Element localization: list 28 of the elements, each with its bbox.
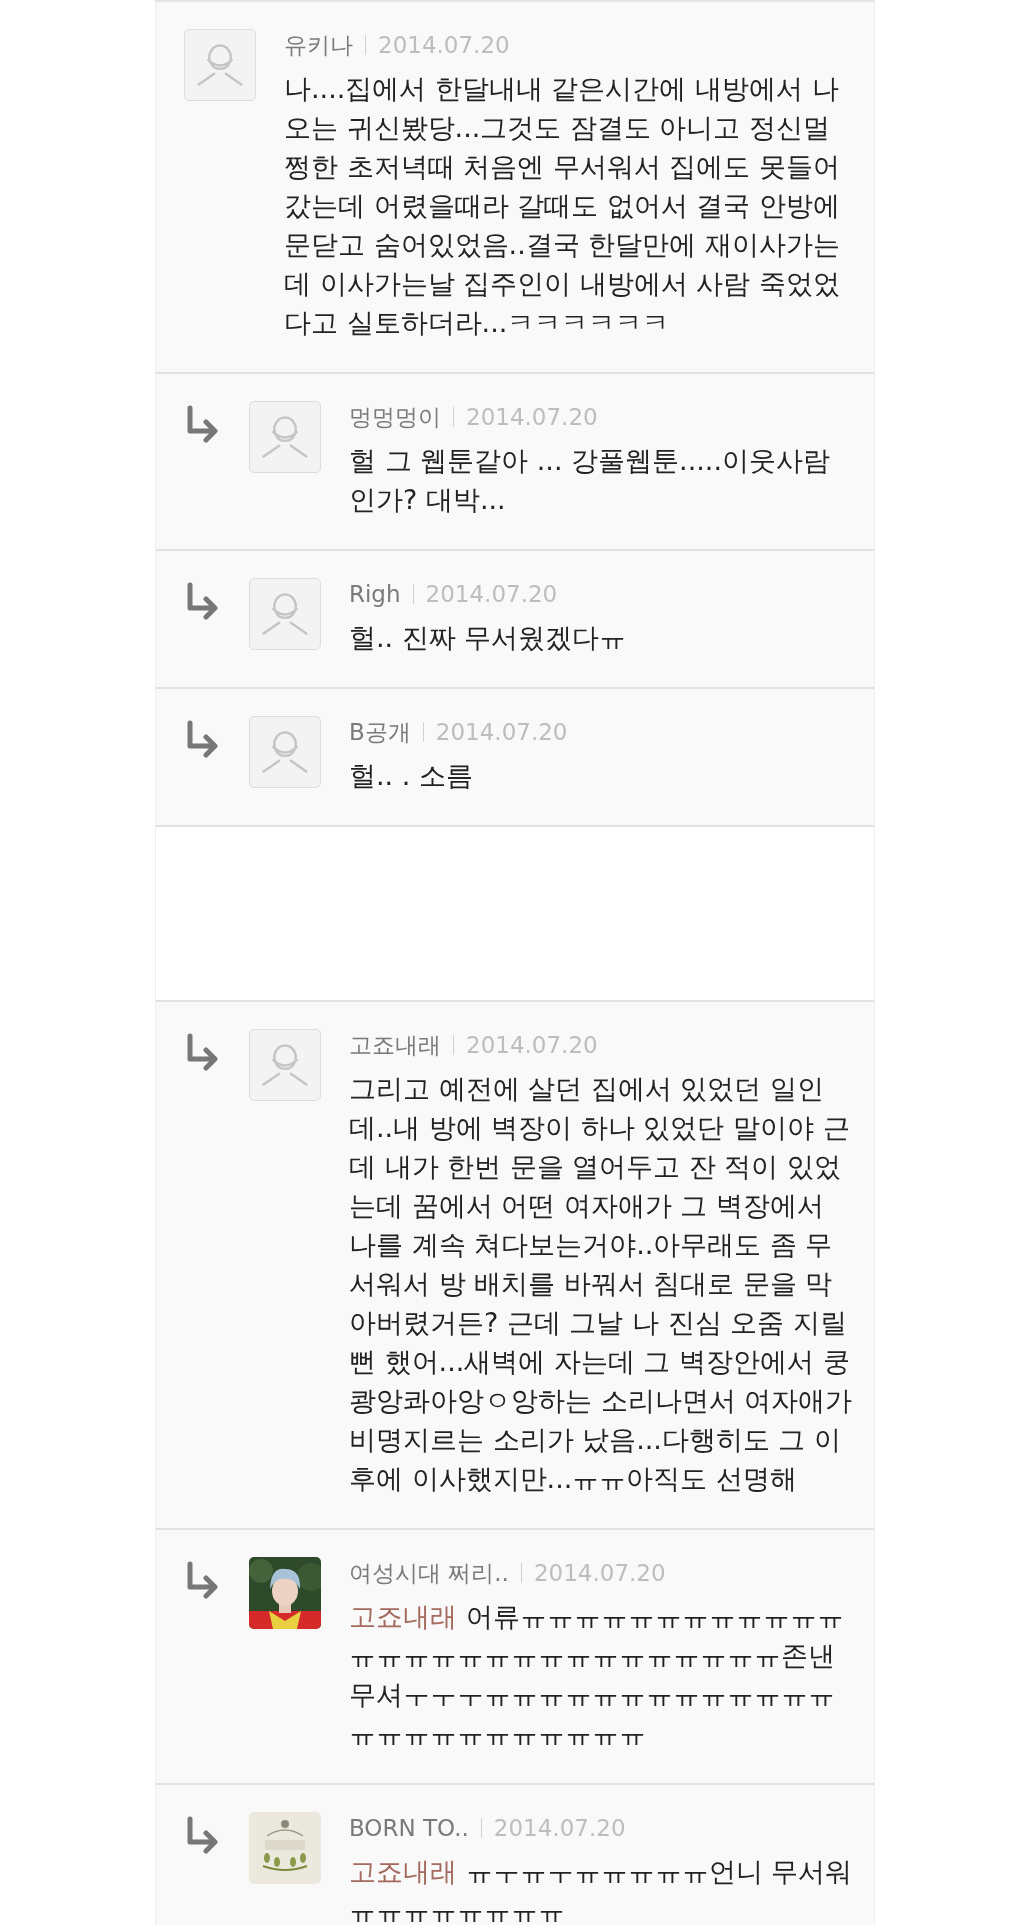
- comment-text: 헐.. 진짜 무서웠겠다ㅠ: [349, 621, 628, 655]
- comment-date: 2014.07.20: [425, 580, 558, 609]
- default-avatar-icon: [249, 578, 321, 650]
- mention-link[interactable]: 고죠내래: [349, 1601, 457, 1632]
- comment-date: 2014.07.20: [493, 1814, 626, 1843]
- comment-text: 나....집에서 한달내내 같은시간에 내방에서 나오는 귀신봤당...그것도 잠결도 아니고 정신멀쩡한 초저녁때 처음엔 무서워서 집에도 못들어갔는데 어렸을때라 갈때도 없어서 결국 안방에 문닫고 숨어있었음..결국 한달만에 재이사가는데 이사가는날 집주인이 내방에서 사람 죽었었다고 실토하더라...ㅋㅋㅋㅋㅋㅋ: [284, 72, 841, 340]
- comment-text: 헐.. . 소름: [349, 759, 474, 793]
- comment-text: 헐 그 웹툰같아 ... 강풀웹툰.....이웃사람인가? 대박...: [349, 444, 831, 517]
- author-name[interactable]: 유키나: [284, 29, 353, 61]
- comment-date: 2014.07.20: [533, 1559, 666, 1588]
- author-name[interactable]: B공개: [349, 716, 411, 748]
- author-name[interactable]: 고죠내래: [349, 1029, 441, 1061]
- comment-text: 그리고 예전에 살던 집에서 있었던 일인데..내 방에 벽장이 하나 있었단 말이야 근데 내가 한번 문을 열어두고 잔 적이 있었는데 꿈에서 어떤 여자애가 그 벽장에서 나를 계속 쳐다보는거야..아무래도 좀 무서워서 방 배치를 바꿔서 침대로 문을 막아버렸거든? 근데 그날 나 진심 오줌 지릴뻔 했어...새벽에 자는데 그 벽장안에서 쿵쾅앙콰아앙ㅇ앙하는 소리나면서 여자애가 비명지르는 소리가 났음...다행히도 그 이후에 이사했지만...ㅠㅠ아직도 선명해: [349, 1072, 854, 1496]
- author-name[interactable]: Righ: [349, 578, 401, 610]
- author-name[interactable]: 멍멍멍이: [349, 401, 441, 433]
- default-avatar-icon: [249, 1029, 321, 1101]
- default-avatar-icon: [249, 401, 321, 473]
- author-name[interactable]: 여성시대 쩌리..: [349, 1557, 509, 1589]
- comment-text: 고죠내래 어류ㅠㅠㅠㅠㅠㅠㅠㅠㅠㅠㅠㅠㅠㅠㅠㅠㅠㅠㅠㅠㅠㅠㅠㅠㅠㅠㅠㅠ존낸무셔ㅜㅜㅜㅠㅠㅠㅠㅠㅠㅠㅠㅠㅠㅠㅠㅠㅠㅠㅠㅠㅠㅠㅠㅠㅠㅠㅠ: [349, 1600, 845, 1751]
- comment-date: 2014.07.20: [378, 31, 510, 60]
- author-name[interactable]: BORN TO..: [349, 1812, 469, 1844]
- comment-date: 2014.07.20: [466, 403, 598, 432]
- default-avatar-icon: [249, 716, 321, 788]
- comment-text: 고죠내래 ㅠㅜㅠㅜㅠㅠㅠㅠㅠ언니 무서워ㅠㅠㅠㅠㅠㅠㅠㅠ: [349, 1855, 854, 1925]
- mention-link[interactable]: 고죠내래: [349, 1856, 457, 1887]
- comment-date: 2014.07.20: [466, 1031, 598, 1060]
- default-avatar-icon: [184, 29, 256, 101]
- comment-date: 2014.07.20: [435, 718, 568, 747]
